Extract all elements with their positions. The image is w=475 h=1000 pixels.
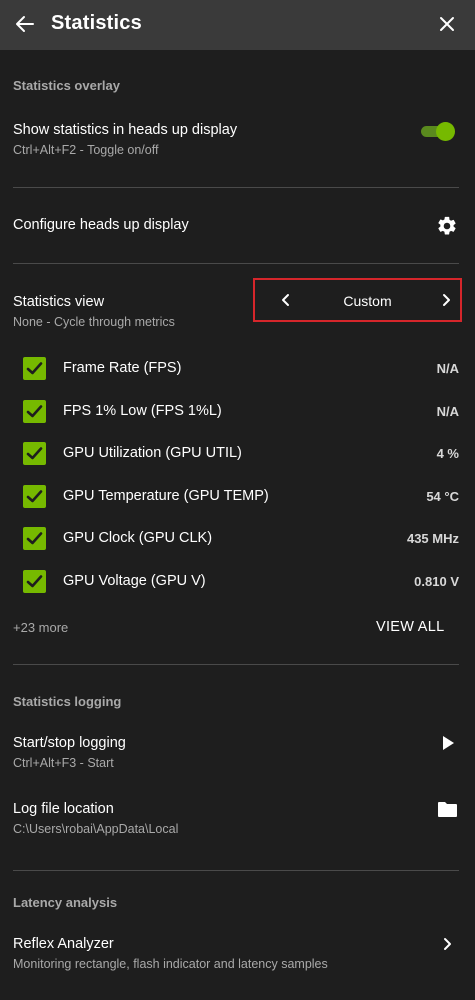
- checkmark-icon: [26, 532, 43, 545]
- checkmark-icon: [26, 575, 43, 588]
- toggle-knob: [436, 122, 455, 141]
- metric-row: GPU Voltage (GPU V) 0.810 V: [0, 570, 475, 610]
- divider: [13, 187, 459, 188]
- log-location-path: C:\Users\robai\AppData\Local: [13, 822, 179, 836]
- start-logging-shortcut: Ctrl+Alt+F3 - Start: [13, 756, 114, 770]
- divider: [13, 263, 459, 264]
- chevron-right-icon[interactable]: [441, 936, 453, 952]
- checkmark-icon: [26, 490, 43, 503]
- metric-value: 0.810 V: [414, 574, 459, 589]
- metric-name: GPU Temperature (GPU TEMP): [63, 488, 269, 504]
- show-stats-title: Show statistics in heads up display: [13, 122, 238, 138]
- metric-value: N/A: [436, 361, 459, 376]
- log-location-title: Log file location: [13, 801, 114, 817]
- metric-checkbox[interactable]: [23, 570, 46, 593]
- metric-row: Frame Rate (FPS) N/A: [0, 357, 475, 397]
- reflex-analyzer-title[interactable]: Reflex Analyzer: [13, 936, 114, 952]
- more-count: +23 more: [13, 620, 69, 635]
- metric-checkbox[interactable]: [23, 442, 46, 465]
- metric-name: GPU Voltage (GPU V): [63, 573, 206, 589]
- play-icon[interactable]: [441, 735, 455, 751]
- metric-checkbox[interactable]: [23, 357, 46, 380]
- metric-value: N/A: [436, 404, 459, 419]
- divider: [13, 664, 459, 665]
- stats-view-title: Statistics view: [13, 294, 105, 310]
- section-label-logging: Statistics logging: [13, 694, 122, 709]
- start-logging-title: Start/stop logging: [13, 735, 126, 751]
- metric-row: GPU Temperature (GPU TEMP) 54 °C: [0, 485, 475, 525]
- metric-row: GPU Utilization (GPU UTIL) 4 %: [0, 442, 475, 482]
- metric-row: GPU Clock (GPU CLK) 435 MHz: [0, 527, 475, 567]
- section-label-overlay: Statistics overlay: [13, 78, 120, 93]
- metric-checkbox[interactable]: [23, 400, 46, 423]
- chevron-left-icon[interactable]: [279, 292, 293, 308]
- metric-checkbox[interactable]: [23, 485, 46, 508]
- metric-name: GPU Utilization (GPU UTIL): [63, 445, 242, 461]
- close-icon[interactable]: [437, 14, 457, 34]
- gear-icon[interactable]: [436, 215, 458, 237]
- stats-view-value: Custom: [343, 293, 392, 309]
- reflex-analyzer-subtitle: Monitoring rectangle, flash indicator an…: [13, 957, 328, 971]
- metric-name: FPS 1% Low (FPS 1%L): [63, 403, 222, 419]
- page-title: Statistics: [51, 12, 142, 34]
- checkmark-icon: [26, 405, 43, 418]
- show-stats-toggle[interactable]: [421, 122, 455, 141]
- checkmark-icon: [26, 362, 43, 375]
- metric-row: FPS 1% Low (FPS 1%L) N/A: [0, 400, 475, 440]
- show-stats-shortcut: Ctrl+Alt+F2 - Toggle on/off: [13, 143, 159, 157]
- metric-name: GPU Clock (GPU CLK): [63, 530, 213, 546]
- metric-value: 4 %: [436, 446, 459, 461]
- section-label-latency: Latency analysis: [13, 895, 118, 910]
- stats-view-subtitle: None - Cycle through metrics: [13, 315, 175, 329]
- metric-value: 435 MHz: [406, 531, 459, 546]
- chevron-right-icon[interactable]: [439, 292, 453, 308]
- stats-view-cycler: Custom: [253, 278, 462, 322]
- metric-value: 54 °C: [426, 489, 459, 504]
- back-arrow-icon[interactable]: [14, 13, 36, 35]
- view-all-button[interactable]: VIEW ALL: [376, 619, 445, 635]
- metric-checkbox[interactable]: [23, 527, 46, 550]
- checkmark-icon: [26, 447, 43, 460]
- configure-hud-title[interactable]: Configure heads up display: [13, 217, 189, 233]
- metric-name: Frame Rate (FPS): [63, 360, 182, 376]
- folder-icon[interactable]: [437, 801, 458, 818]
- title-bar: Statistics: [0, 0, 475, 50]
- divider: [13, 870, 459, 871]
